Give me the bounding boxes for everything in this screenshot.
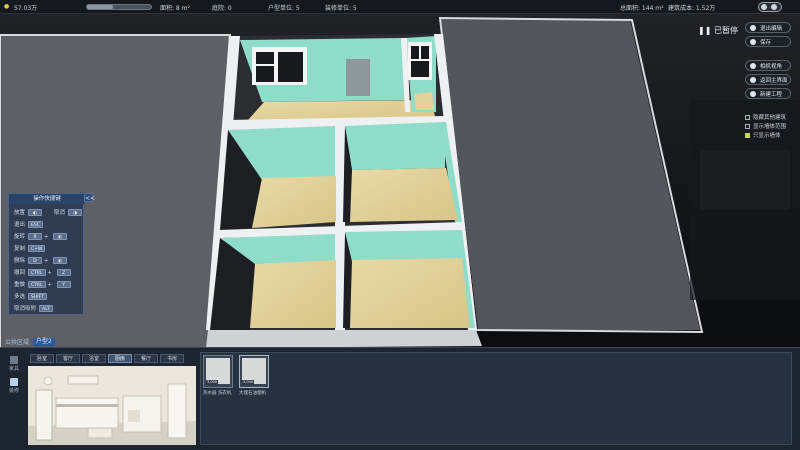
yard-text: 庭院: 0 — [212, 5, 232, 12]
exit-edit-button[interactable]: 退出编辑 — [745, 22, 791, 33]
price-badge: 3,000 — [206, 380, 219, 385]
furniture-icon — [10, 356, 18, 364]
item-catalog: 3,000 热水器 洗衣机 3,000 大理石油烟机 — [200, 352, 792, 445]
tab-kitchen[interactable]: 厨房 — [108, 354, 132, 363]
tab-living-room[interactable]: 客厅 — [56, 354, 80, 363]
toggle-wall-range[interactable]: 显示墙体范围 — [745, 122, 786, 130]
checkbox[interactable] — [745, 132, 750, 138]
decor-icon — [10, 378, 18, 386]
checkbox[interactable] — [745, 114, 750, 120]
shortcut-panel: 操作快捷键 放置 ◐ 取消 ◑ 退出 ESC 旋转 R + ◐ 复制 C+W 删除 D + ◐… — [8, 193, 85, 315]
catalog-item-label: 热水器 洗衣机 — [203, 391, 232, 396]
mouse-icon: ◐ — [53, 233, 68, 240]
tab-study[interactable]: 书房 — [160, 354, 184, 363]
checkbox[interactable] — [745, 123, 750, 129]
total-area-text: 总面积: 144 m² — [620, 5, 664, 12]
home-icon — [750, 76, 756, 83]
power-icon — [750, 38, 756, 45]
room-mid-right-wall — [345, 122, 445, 170]
collapse-panel-button[interactable]: << — [84, 193, 95, 202]
households-text: 户型单位: 5 — [268, 5, 300, 12]
room-bot-left-floor — [250, 260, 336, 328]
room-mid-left-floor — [252, 176, 336, 228]
room-bot-right-floor — [350, 258, 470, 328]
room-mid-right-floor — [350, 168, 458, 222]
toggle-hide-other[interactable]: 隐藏其他建筑 — [745, 113, 786, 121]
door — [346, 59, 370, 96]
tab-bedroom[interactable]: 卧室 — [30, 354, 54, 363]
tools-icon — [750, 90, 756, 97]
catalog-item[interactable]: 3,000 — [203, 355, 233, 388]
shortcut-row: 取消吸附 ALT — [14, 304, 54, 312]
shortcut-row: 重做 CTRL + Y — [14, 280, 71, 288]
balance-text: 57.03万 — [14, 5, 38, 12]
mouse-icon: ◐ — [28, 209, 43, 216]
shortcut-row: 放置 ◐ 取消 ◑ — [14, 208, 83, 216]
shortcut-panel-title: 操作快捷键 — [9, 194, 85, 204]
home-button[interactable]: 返回主界面 — [745, 74, 791, 85]
rooms-text: 装修单位: 5 — [325, 5, 357, 12]
speed-toggle[interactable] — [758, 2, 782, 12]
shortcut-row: 多选 SHIFT — [14, 292, 47, 300]
shortcut-row: 复制 C+W — [14, 244, 46, 252]
pause-status: ❚❚ 已暂停 — [698, 26, 738, 35]
breadcrumb-section[interactable]: 公共区域 — [5, 337, 29, 346]
price-badge: 3,000 — [242, 380, 255, 385]
breadcrumb: 公共区域 户型2 — [5, 337, 55, 346]
tab-bathroom[interactable]: 浴室 — [82, 354, 106, 363]
camera-view-button[interactable]: 相机视角 — [745, 60, 791, 71]
mouse-icon: ◐ — [53, 257, 68, 264]
kitchen-preview-image — [28, 366, 196, 445]
shortcut-row: 退出 ESC — [14, 220, 43, 228]
room-tabs: 卧室 客厅 浴室 厨房 餐厅 书房 — [30, 354, 184, 364]
top-status-bar: ● 57.03万 面积: 8 m² 庭院: 0 户型单位: 5 装修单位: 5 … — [0, 0, 800, 14]
time-progress-bar[interactable] — [86, 4, 152, 10]
power-icon — [750, 24, 756, 31]
mouse-icon: ◑ — [68, 209, 83, 216]
shortcut-row: 撤回 CTRL + Z — [14, 268, 71, 276]
shortcut-row: 删除 D + ◐ — [14, 256, 68, 264]
save-button[interactable]: 保存 — [745, 36, 791, 47]
catalog-item[interactable]: 3,000 — [239, 355, 269, 388]
new-project-button[interactable]: 新建工程 — [745, 88, 791, 99]
catalog-item-label: 大理石油烟机 — [239, 391, 266, 396]
furniture-category[interactable]: 家具 — [6, 356, 22, 372]
toggle-walls-only[interactable]: 只显示墙体 — [745, 131, 781, 139]
camera-icon — [750, 62, 756, 69]
total-cost-text: 建筑成本: 1.52万 — [668, 5, 716, 12]
shortcut-row: 旋转 R + ◐ — [14, 232, 68, 240]
breadcrumb-current[interactable]: 户型2 — [33, 337, 55, 346]
tab-dining[interactable]: 餐厅 — [134, 354, 158, 363]
pause-icon: ❚❚ — [698, 26, 714, 35]
room-bot-right-wall — [345, 230, 462, 262]
coin-icon: ● — [4, 3, 10, 10]
decor-category[interactable]: 装修 — [6, 378, 22, 394]
area-text: 面积: 8 m² — [160, 5, 190, 12]
